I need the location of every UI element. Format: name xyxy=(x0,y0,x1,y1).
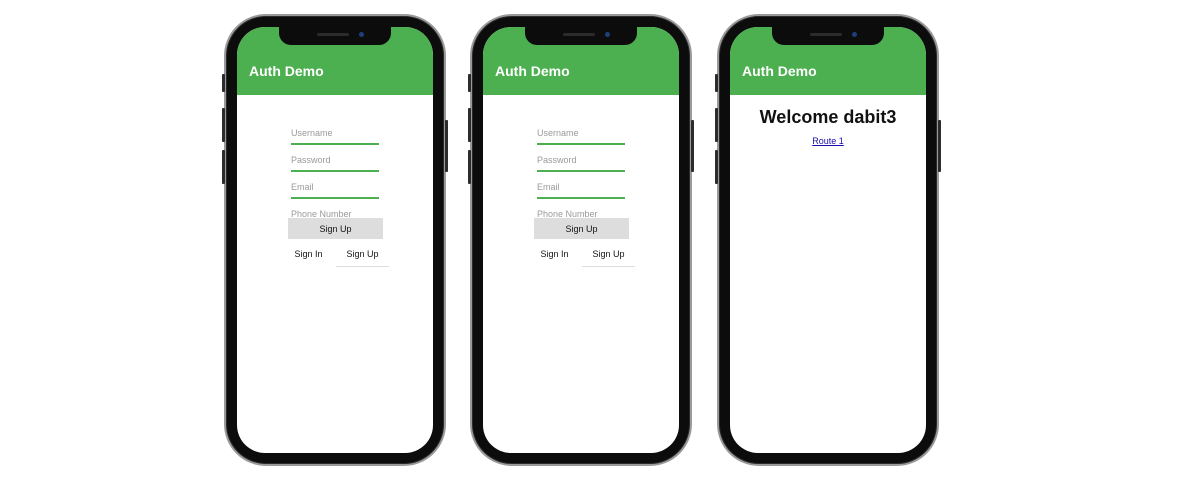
phone-screen-2: Auth Demo Sign Up Sign In Sign Up xyxy=(483,27,679,453)
camera-icon xyxy=(359,32,364,37)
password-input[interactable] xyxy=(291,150,379,172)
tab-sign-in[interactable]: Sign In xyxy=(528,246,581,266)
username-input[interactable] xyxy=(291,123,379,145)
welcome-heading: Welcome dabit3 xyxy=(759,107,897,127)
speaker-icon xyxy=(563,33,595,36)
route-1-link[interactable]: Route 1 xyxy=(730,136,926,146)
silent-switch xyxy=(222,74,225,92)
app-title: Auth Demo xyxy=(495,63,570,79)
password-input[interactable] xyxy=(537,150,625,172)
phone-frame-1: Auth Demo Sign Up Sign In Sign Up xyxy=(222,14,448,466)
notch xyxy=(525,27,637,45)
camera-icon xyxy=(852,32,857,37)
sign-up-button[interactable]: Sign Up xyxy=(288,218,383,239)
username-input[interactable] xyxy=(537,123,625,145)
phone-screen-3: Auth Demo Welcome dabit3 Route 1 xyxy=(730,27,926,453)
power-button xyxy=(938,120,941,172)
app-title: Auth Demo xyxy=(249,63,324,79)
email-input[interactable] xyxy=(291,177,379,199)
power-button xyxy=(445,120,448,172)
silent-switch xyxy=(468,74,471,92)
volume-down-button xyxy=(715,150,718,184)
volume-up-button xyxy=(715,108,718,142)
tab-sign-up[interactable]: Sign Up xyxy=(336,246,389,267)
email-input[interactable] xyxy=(537,177,625,199)
camera-icon xyxy=(605,32,610,37)
speaker-icon xyxy=(810,33,842,36)
phone-screen-1: Auth Demo Sign Up Sign In Sign Up xyxy=(237,27,433,453)
volume-up-button xyxy=(468,108,471,142)
sign-up-button[interactable]: Sign Up xyxy=(534,218,629,239)
tab-sign-up[interactable]: Sign Up xyxy=(582,246,635,267)
volume-down-button xyxy=(222,150,225,184)
speaker-icon xyxy=(317,33,349,36)
power-button xyxy=(691,120,694,172)
volume-up-button xyxy=(222,108,225,142)
silent-switch xyxy=(715,74,718,92)
tab-sign-in[interactable]: Sign In xyxy=(282,246,335,266)
app-title: Auth Demo xyxy=(742,63,817,79)
notch xyxy=(772,27,884,45)
phone-frame-3: Auth Demo Welcome dabit3 Route 1 xyxy=(715,14,941,466)
volume-down-button xyxy=(468,150,471,184)
notch xyxy=(279,27,391,45)
phone-frame-2: Auth Demo Sign Up Sign In Sign Up xyxy=(468,14,694,466)
